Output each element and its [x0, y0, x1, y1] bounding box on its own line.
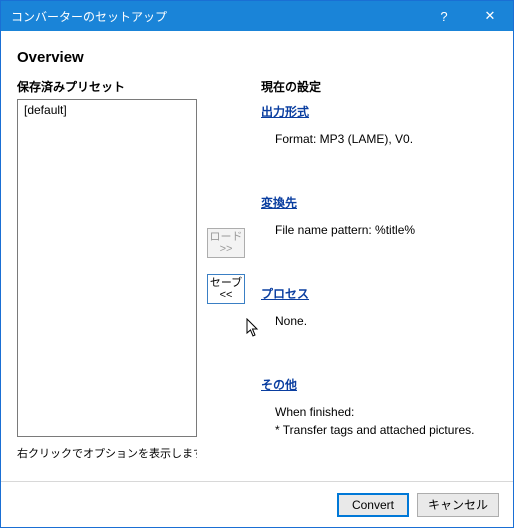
- processing-body: None.: [275, 312, 497, 330]
- presets-hint: 右クリックでオプションを表示します: [17, 445, 197, 461]
- preset-item[interactable]: [default]: [22, 102, 192, 118]
- other-line1: When finished:: [275, 405, 354, 419]
- window-title: コンバーターのセットアップ: [11, 8, 421, 25]
- presets-label: 保存済みプリセット: [17, 78, 197, 95]
- title-bar: コンバーターのセットアップ ? ✕: [1, 1, 513, 31]
- presets-listbox[interactable]: [default]: [17, 99, 197, 437]
- load-arrows: >>: [220, 243, 233, 255]
- page-heading: Overview: [17, 49, 497, 66]
- close-button[interactable]: ✕: [467, 1, 513, 31]
- other-line2: * Transfer tags and attached pictures.: [275, 423, 474, 437]
- current-settings-label: 現在の設定: [261, 78, 497, 95]
- other-body: When finished: * Transfer tags and attac…: [275, 403, 497, 439]
- destination-body: File name pattern: %title%: [275, 221, 497, 239]
- processing-link[interactable]: プロセス: [261, 287, 309, 301]
- convert-button[interactable]: Convert: [337, 493, 409, 517]
- load-label: ロード: [210, 231, 243, 243]
- save-arrows: <<: [220, 289, 233, 301]
- footer-bar: Convert キャンセル: [1, 481, 513, 527]
- output-format-link[interactable]: 出力形式: [261, 105, 309, 119]
- help-button[interactable]: ?: [421, 1, 467, 31]
- content-area: Overview 保存済みプリセット [default] 右クリックでオプション…: [1, 31, 513, 481]
- load-button: ロード >>: [207, 228, 245, 258]
- save-button[interactable]: セーブ <<: [207, 274, 245, 304]
- save-label: セーブ: [210, 277, 242, 289]
- output-format-body: Format: MP3 (LAME), V0.: [275, 130, 497, 148]
- cancel-button[interactable]: キャンセル: [417, 493, 499, 517]
- other-link[interactable]: その他: [261, 378, 297, 392]
- destination-link[interactable]: 変換先: [261, 196, 297, 210]
